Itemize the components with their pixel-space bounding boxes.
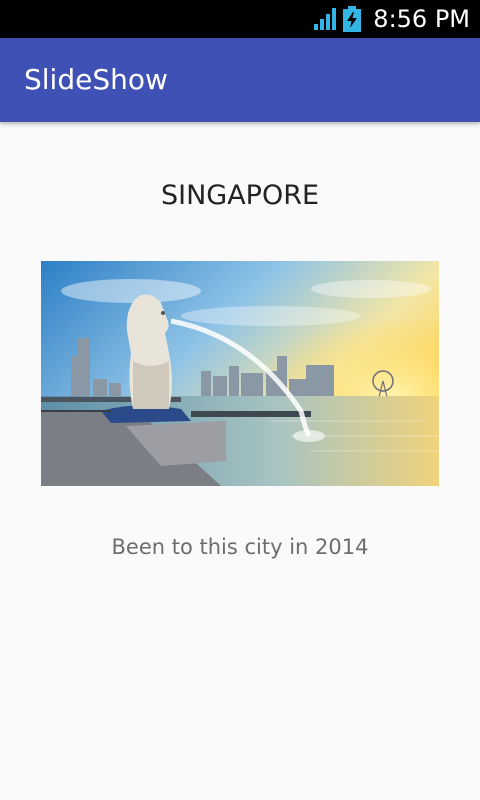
battery-charging-icon xyxy=(343,6,362,32)
status-time: 8:56 PM xyxy=(373,5,470,33)
app-title: SlideShow xyxy=(24,63,168,96)
slide-caption: Been to this city in 2014 xyxy=(111,535,369,559)
slide-title: SINGAPORE xyxy=(160,180,320,211)
cell-signal-icon xyxy=(314,8,337,30)
status-bar: 8:56 PM xyxy=(0,0,480,38)
slide-content: SINGAPORE Been to this city in 2014 xyxy=(0,122,480,800)
status-icons: 8:56 PM xyxy=(313,0,470,38)
city-photo[interactable] xyxy=(41,261,439,486)
app-bar: SlideShow xyxy=(0,38,480,122)
